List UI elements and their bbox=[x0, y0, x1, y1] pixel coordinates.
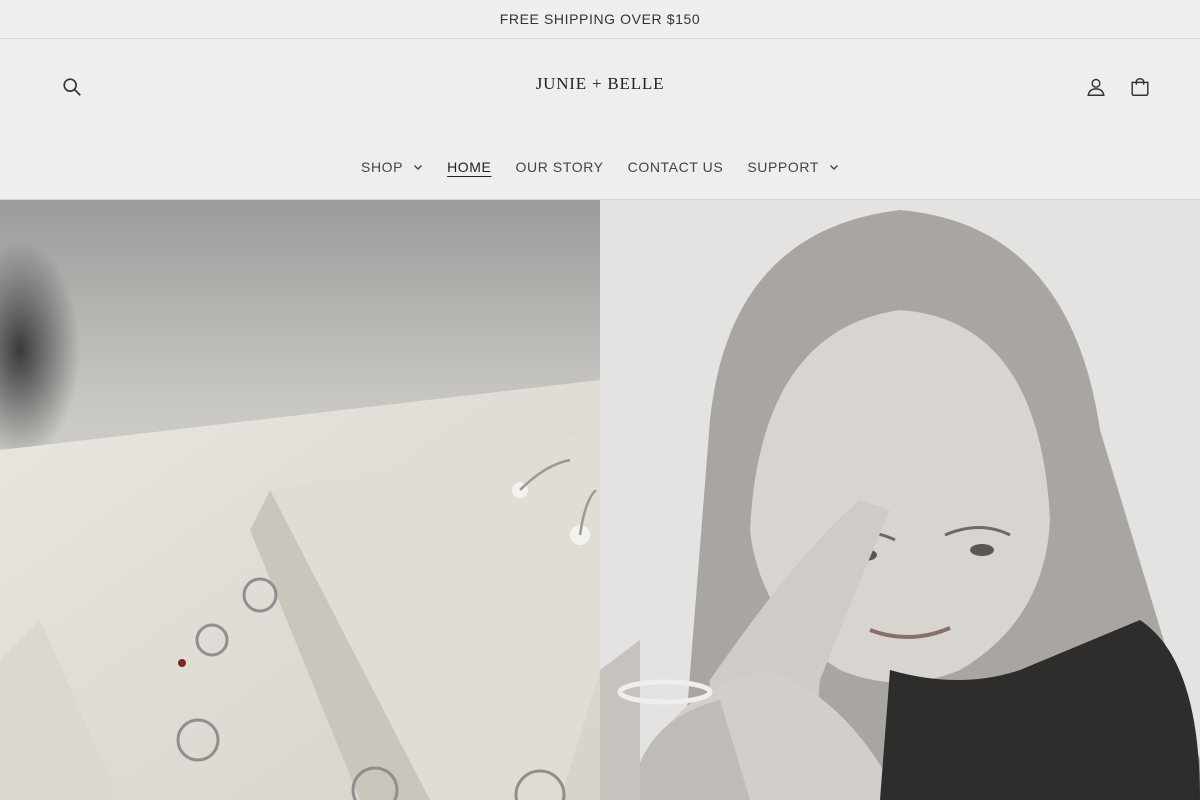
chevron-down-icon bbox=[829, 165, 838, 170]
nav-item-home[interactable]: HOME bbox=[435, 152, 503, 182]
account-button[interactable] bbox=[1078, 69, 1114, 105]
announcement-bar: FREE SHIPPING OVER $150 bbox=[0, 0, 1200, 39]
nav-item-label: SHOP bbox=[361, 159, 404, 175]
cart-icon bbox=[1131, 78, 1149, 96]
nav-item-label: CONTACT US bbox=[627, 159, 724, 175]
nav-item-our-story[interactable]: OUR STORY bbox=[504, 152, 616, 182]
nav-item-label: OUR STORY bbox=[515, 159, 604, 175]
hero-section bbox=[0, 200, 1200, 800]
hero-image-portrait bbox=[600, 200, 1200, 800]
nav-item-label: HOME bbox=[447, 159, 492, 175]
search-icon bbox=[63, 78, 81, 96]
announcement-text: FREE SHIPPING OVER $150 bbox=[499, 11, 701, 27]
nav-item-shop[interactable]: SHOP bbox=[349, 152, 435, 182]
nav-item-contact-us[interactable]: CONTACT US bbox=[616, 152, 736, 182]
nav-item-label: SUPPORT bbox=[747, 159, 819, 175]
cart-button[interactable] bbox=[1122, 69, 1158, 105]
chevron-down-icon bbox=[414, 165, 423, 170]
hero-image-earrings bbox=[0, 200, 600, 800]
site-header: JUNIE + BELLE SHOP HOME OUR STORY CONTAC… bbox=[0, 39, 1200, 200]
site-logo[interactable]: JUNIE + BELLE bbox=[500, 74, 700, 98]
search-button[interactable] bbox=[54, 69, 90, 105]
nav-item-support[interactable]: SUPPORT bbox=[735, 152, 851, 182]
main-nav: SHOP HOME OUR STORY CONTACT US SUPPORT bbox=[0, 152, 1200, 182]
account-icon bbox=[1087, 78, 1105, 96]
